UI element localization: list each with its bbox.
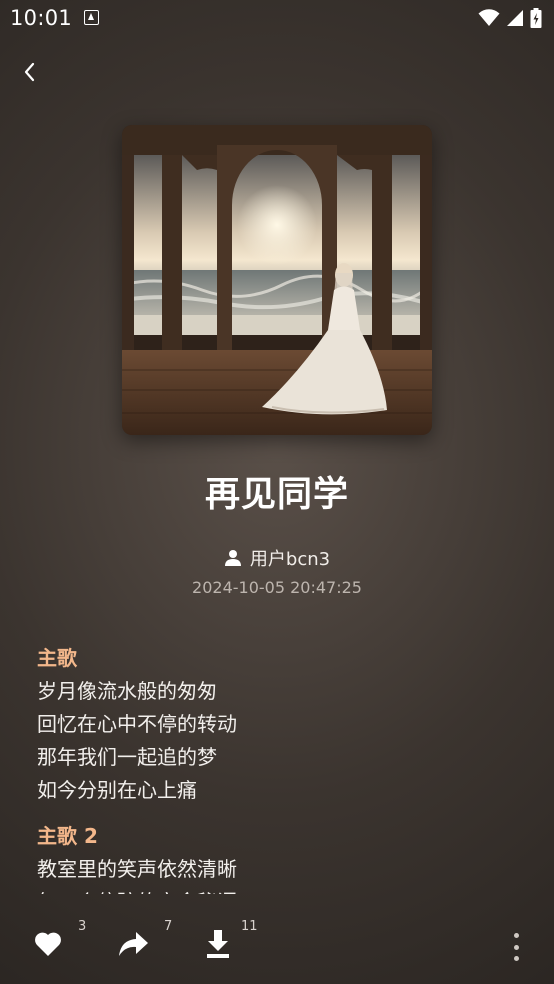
share-button[interactable]	[116, 927, 150, 961]
lyrics-line: 岁月像流水般的匆匆	[37, 679, 217, 703]
lyrics-panel[interactable]: 主歌 岁月像流水般的匆匆 回忆在心中不停的转动 那年我们一起追的梦 如今分别在心…	[37, 642, 517, 894]
lyrics-section: 主歌 岁月像流水般的匆匆 回忆在心中不停的转动 那年我们一起追的梦 如今分别在心…	[37, 642, 517, 807]
wifi-icon	[478, 9, 500, 26]
bottom-action-bar: 3 7 11	[0, 905, 554, 984]
person-icon	[224, 550, 241, 566]
song-title: 再见同学	[204, 475, 349, 515]
author-name: 用户bcn3	[249, 549, 331, 570]
publish-date: 2024-10-05 20:47:25	[192, 578, 362, 597]
status-bar: 10:01	[0, 0, 554, 38]
heart-icon	[35, 932, 61, 956]
more-vertical-icon	[513, 933, 519, 938]
battery-icon	[530, 8, 542, 28]
song-cover-image	[122, 125, 432, 435]
download-count: 11	[241, 919, 258, 934]
status-icons	[478, 8, 542, 28]
chevron-left-icon	[24, 62, 35, 82]
share-arrow-icon	[119, 932, 148, 956]
like-count: 3	[78, 919, 87, 934]
cell-signal-icon	[507, 10, 523, 26]
status-time: 10:01	[10, 6, 73, 30]
download-icon	[207, 930, 229, 958]
more-options-button[interactable]	[512, 933, 520, 961]
lyrics-section-heading: 主歌	[37, 646, 77, 670]
notification-app-icon	[84, 10, 99, 25]
download-button[interactable]	[201, 927, 235, 961]
lyrics-line: 如今分别在心上痛	[37, 778, 197, 802]
lyrics-section: 主歌 2 教室里的笑声依然清晰 每一个停驻的宿舍秘语	[37, 820, 517, 894]
lyrics-line: 那年我们一起追的梦	[37, 745, 217, 769]
lyrics-section-heading: 主歌 2	[37, 824, 98, 848]
author-row[interactable]: 用户bcn3	[0, 545, 554, 571]
like-button[interactable]	[31, 927, 65, 961]
lyrics-line: 教室里的笑声依然清晰	[37, 857, 237, 881]
share-count: 7	[164, 919, 173, 934]
back-button[interactable]	[16, 58, 44, 86]
lyrics-line: 每一个停驻的宿舍秘语	[37, 886, 517, 894]
lyrics-line: 回忆在心中不停的转动	[37, 712, 237, 736]
